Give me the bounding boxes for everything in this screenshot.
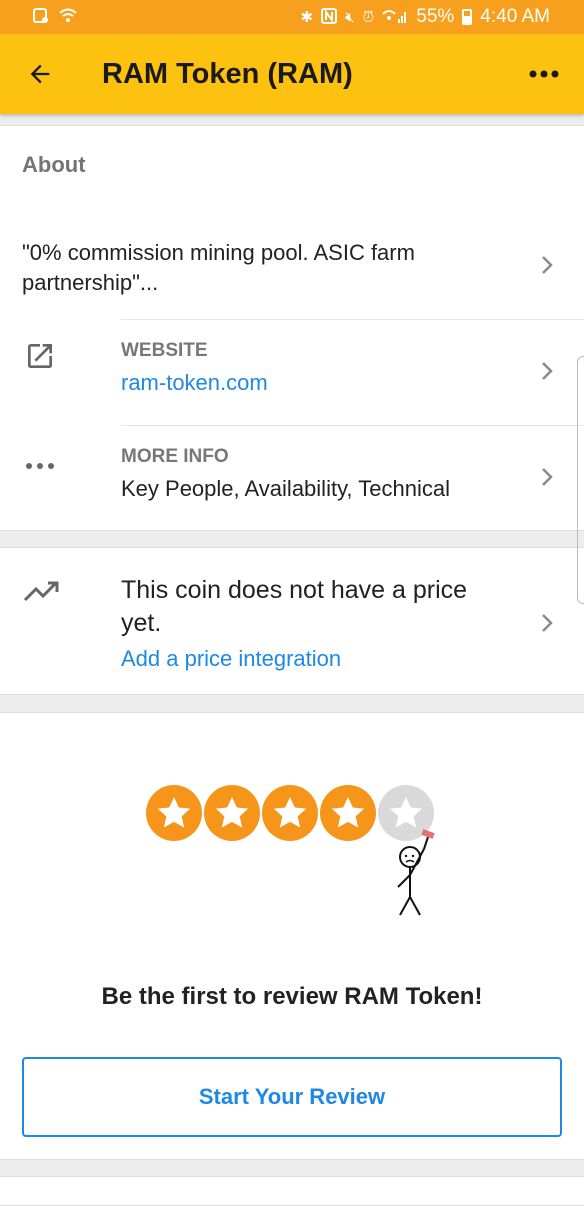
about-card: About "0% commission mining pool. ASIC f…	[0, 125, 584, 531]
status-right: ✱ 🔇︎ ⏰︎ 55% 4:40 AM	[301, 6, 550, 28]
review-prompt: Be the first to review RAM Token!	[101, 983, 483, 1010]
page-title: RAM Token (RAM)	[102, 57, 353, 90]
battery-percent: 55%	[416, 6, 455, 27]
scroll-indicator[interactable]	[577, 356, 584, 604]
bluetooth-icon: ✱	[300, 8, 314, 26]
add-price-integration-link[interactable]: Add a price integration	[121, 646, 341, 672]
star-icon	[146, 785, 202, 841]
chevron-right-icon	[540, 610, 554, 641]
overflow-menu-button[interactable]	[504, 34, 584, 114]
alarm-icon: ⏰︎	[362, 8, 375, 26]
star-icon	[204, 785, 260, 841]
battery-icon	[462, 9, 473, 25]
review-card: Be the first to review RAM Token! Start …	[0, 712, 584, 1160]
chevron-right-icon	[540, 358, 554, 389]
back-button[interactable]	[0, 34, 80, 114]
mute-icon: 🔇︎	[345, 8, 355, 26]
no-price-message: This coin does not have a price yet.	[121, 576, 468, 637]
status-left	[32, 7, 78, 28]
signal-icon	[382, 8, 408, 27]
clock: 4:40 AM	[480, 6, 550, 27]
status-bar: ✱ 🔇︎ ⏰︎ 55% 4:40 AM	[0, 0, 584, 34]
app-bar: RAM Token (RAM)	[0, 34, 584, 114]
website-row[interactable]: WEBSITE ram-token.com	[0, 320, 584, 424]
start-review-button[interactable]: Start Your Review	[22, 1057, 562, 1137]
star-icon	[320, 785, 376, 841]
more-horiz-icon	[22, 448, 58, 484]
nfc-icon	[321, 7, 338, 27]
more-info-label: MORE INFO	[121, 446, 229, 467]
back-arrow-icon	[30, 64, 50, 84]
website-label: WEBSITE	[121, 340, 208, 361]
chevron-right-icon	[540, 252, 554, 283]
more-info-row[interactable]: MORE INFO Key People, Availability, Tech…	[0, 426, 584, 530]
more-info-value: Key People, Availability, Technical	[121, 476, 450, 501]
wifi-call-icon	[58, 7, 78, 28]
about-heading: About	[22, 152, 86, 177]
price-card[interactable]: This coin does not have a price yet. Add…	[0, 547, 584, 695]
more-vert-icon	[529, 70, 559, 78]
description-row[interactable]: "0% commission mining pool. ASIC farm pa…	[0, 226, 584, 318]
chevron-right-icon	[540, 464, 554, 495]
trending-up-icon	[22, 574, 62, 610]
next-card	[0, 1176, 584, 1206]
website-link[interactable]: ram-token.com	[121, 370, 268, 396]
external-link-icon	[22, 338, 58, 374]
notification-icon	[32, 7, 50, 28]
star-icon	[262, 785, 318, 841]
stick-figure-illustration	[397, 829, 435, 916]
description-text: "0% commission mining pool. ASIC farm pa…	[22, 240, 415, 295]
